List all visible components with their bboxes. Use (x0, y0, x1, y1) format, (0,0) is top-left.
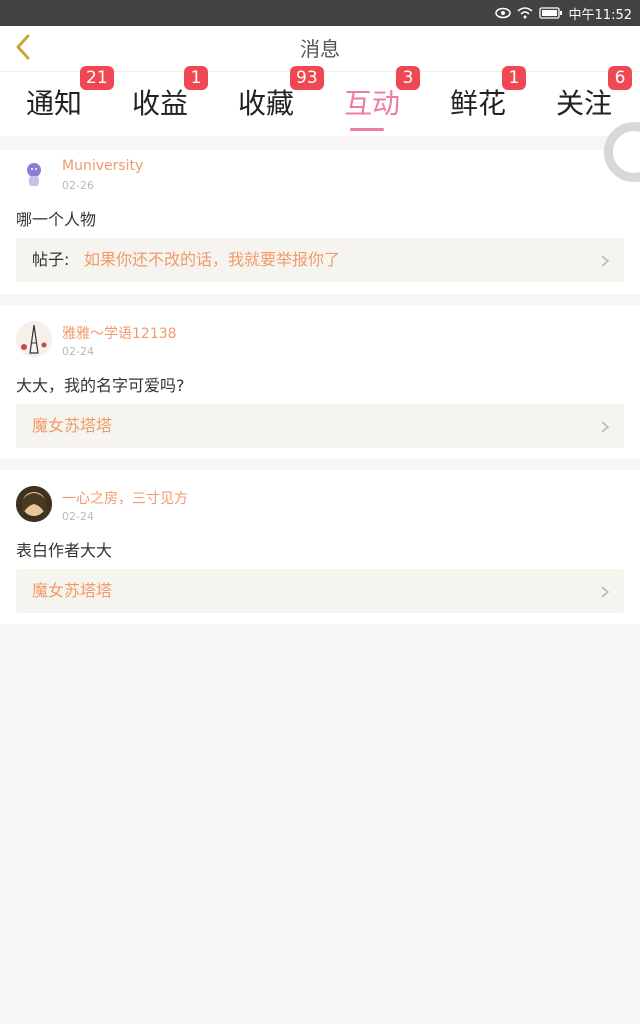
tab-label: 收益 (132, 87, 189, 120)
username[interactable]: Muniversity (62, 158, 143, 174)
ref-prefix: 帖子: (32, 250, 70, 269)
tab-badge: 93 (290, 66, 324, 90)
status-time: 中午11:52 (568, 7, 632, 23)
message-text: 表白作者大大 (16, 541, 113, 560)
status-icons: 中午11:52 (494, 0, 632, 26)
username[interactable]: 一心之房，三寸见方 (62, 488, 188, 508)
post-date: 02-26 (62, 179, 94, 192)
ref-title: 魔女苏塔塔 (32, 581, 113, 600)
wifi-icon (517, 7, 533, 19)
list-item[interactable]: 雅雅～学语12138 02-24 大大，我的名字可爱吗? 魔女苏塔塔 (0, 305, 640, 459)
tab-label: 收藏 (238, 87, 295, 120)
list-item[interactable]: 一心之房，三寸见方 02-24 表白作者大大 魔女苏塔塔 (0, 470, 640, 624)
avatar[interactable] (16, 321, 52, 357)
tab-badge: 21 (80, 66, 114, 90)
tab-label: 鲜花 (450, 87, 507, 120)
chevron-right-icon (600, 253, 610, 272)
post-date: 02-24 (62, 345, 94, 358)
tab-badge: 1 (502, 66, 526, 90)
chevron-right-icon (600, 584, 610, 603)
username[interactable]: 雅雅～学语12138 (62, 323, 177, 343)
ref-title: 如果你还不改的话，我就要举报你了 (84, 250, 341, 269)
referenced-post[interactable]: 魔女苏塔塔 (16, 404, 624, 448)
battery-icon (538, 7, 563, 19)
tab-label: 互动 (344, 87, 401, 120)
eye-icon (494, 7, 511, 19)
tab-bar: 通知 21 收益 1 收藏 93 互动 3 鲜花 1 关注 6 (0, 66, 640, 136)
tab-label: 关注 (556, 87, 613, 120)
chevron-left-icon (13, 34, 33, 64)
list-item[interactable]: Muniversity 02-26 哪一个人物 帖子: 如果你还不改的话，我就要… (0, 150, 640, 294)
tab-badge: 6 (608, 66, 632, 90)
avatar[interactable] (16, 156, 52, 192)
message-text: 哪一个人物 (16, 210, 97, 229)
referenced-post[interactable]: 帖子: 如果你还不改的话，我就要举报你了 (16, 238, 624, 282)
message-text: 大大，我的名字可爱吗? (16, 376, 185, 395)
ref-title: 魔女苏塔塔 (32, 416, 113, 435)
status-bar: 中午11:52 (0, 0, 640, 26)
active-tab-indicator (350, 128, 384, 131)
post-date: 02-24 (62, 510, 94, 523)
referenced-post[interactable]: 魔女苏塔塔 (16, 569, 624, 613)
avatar[interactable] (16, 486, 52, 522)
chevron-right-icon (600, 419, 610, 438)
tab-badge: 1 (184, 66, 208, 90)
back-button[interactable] (6, 32, 40, 66)
tab-label: 通知 (26, 87, 83, 120)
tab-badge: 3 (396, 66, 420, 90)
